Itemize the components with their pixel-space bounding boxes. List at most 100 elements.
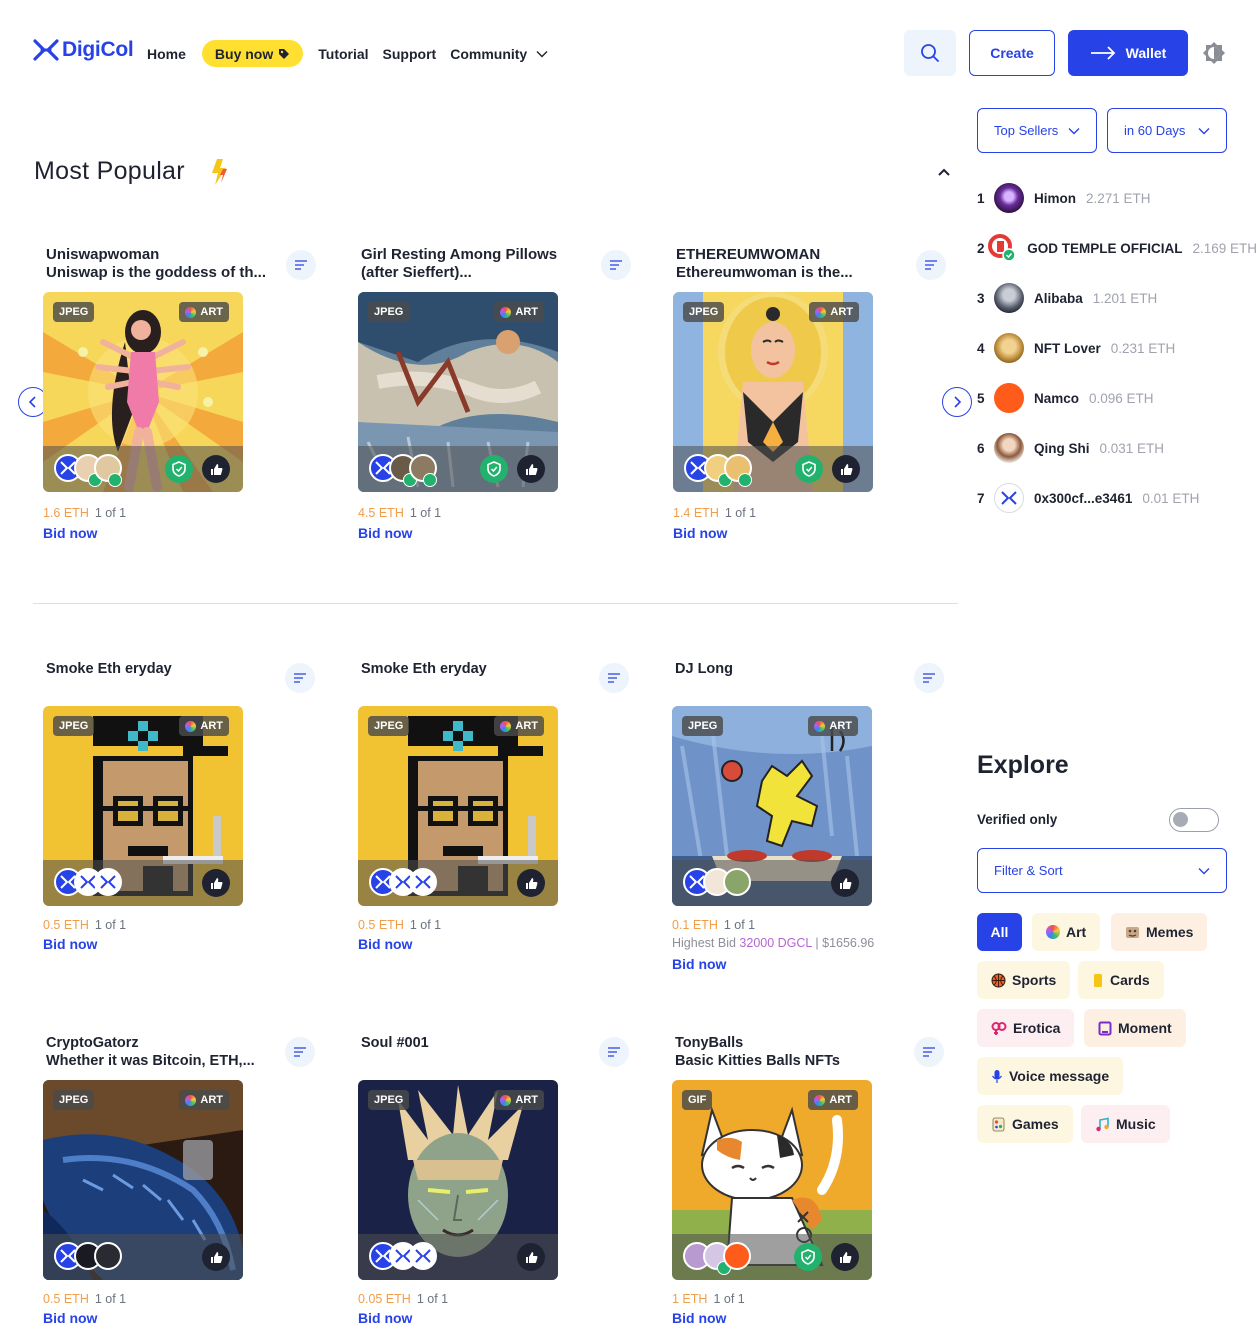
card-menu-button[interactable] [286, 250, 316, 280]
nft-image[interactable]: JPEG ART [673, 292, 873, 492]
bid-now-link[interactable]: Bid now [672, 956, 726, 972]
like-button[interactable] [517, 1243, 545, 1271]
temple-logo-icon [988, 234, 1016, 262]
collapse-chevron-icon[interactable] [936, 164, 952, 180]
seller-row[interactable]: 5 Namco 0.096 ETH [977, 383, 1154, 413]
seller-row[interactable]: 7 0x300cf...e3461 0.01 ETH [977, 483, 1199, 513]
category-label: ART [515, 720, 538, 732]
like-button[interactable] [517, 455, 545, 483]
category-chip-voice-message[interactable]: Voice message [977, 1057, 1124, 1095]
period-dropdown[interactable]: in 60 Days [1107, 108, 1227, 153]
bid-now-link[interactable]: Bid now [358, 1310, 412, 1326]
nft-image[interactable]: JPEG ART [43, 706, 243, 906]
create-button[interactable]: Create [969, 30, 1055, 76]
nft-image[interactable]: JPEG ART [43, 292, 243, 492]
nft-card-soul-001[interactable]: Soul #001 JPEG ART 0.05 ETH 1 of 1 Bid no… [358, 1034, 643, 1332]
bid-now-link[interactable]: Bid now [672, 1310, 726, 1326]
collector-avatar[interactable] [723, 868, 751, 896]
digicol-avatar-icon [1001, 491, 1017, 505]
shield-icon [795, 455, 823, 483]
bid-now-link[interactable]: Bid now [358, 525, 412, 541]
like-button[interactable] [202, 1243, 230, 1271]
category-chip-moment[interactable]: Moment [1084, 1009, 1186, 1047]
nav-home[interactable]: Home [147, 40, 186, 67]
top-sellers-dropdown[interactable]: Top Sellers [977, 108, 1097, 153]
nft-card-dj-long[interactable]: DJ Long JPEG ART 0.1 ETH 1 of 1 Highest B… [672, 660, 957, 972]
collector-avatar[interactable] [94, 868, 122, 896]
category-chip-games[interactable]: Games [977, 1105, 1073, 1143]
category-chip-music[interactable]: Music [1081, 1105, 1170, 1143]
nav-community[interactable]: Community [450, 40, 548, 67]
wallet-button[interactable]: Wallet [1068, 30, 1188, 76]
nft-image[interactable]: GIF ART [672, 1080, 872, 1280]
seller-row[interactable]: 4 NFT Lover 0.231 ETH [977, 333, 1175, 363]
nft-card-ethereumwoman[interactable]: ETHEREUMWOMAN Ethereumwoman is the... JP… [673, 246, 958, 546]
seller-row[interactable]: 3 Alibaba 1.201 ETH [977, 283, 1157, 313]
like-button[interactable] [831, 1243, 859, 1271]
nft-image[interactable]: JPEG ART [672, 706, 872, 906]
collector-avatar[interactable] [723, 1242, 751, 1270]
card-menu-button[interactable] [285, 663, 315, 693]
category-chip-erotica[interactable]: Erotica [977, 1009, 1075, 1047]
like-button[interactable] [202, 869, 230, 897]
collector-avatar[interactable] [409, 1242, 437, 1270]
nft-image[interactable]: JPEG ART [358, 292, 558, 492]
like-button[interactable] [517, 869, 545, 897]
collector-avatar[interactable] [409, 868, 437, 896]
nft-image[interactable]: JPEG ART [43, 1080, 243, 1280]
chip-label: Moment [1118, 1020, 1172, 1036]
seller-rank: 7 [977, 490, 985, 506]
seller-rank: 1 [977, 190, 985, 206]
filter-sort-dropdown[interactable]: Filter & Sort [977, 848, 1227, 893]
card-menu-button[interactable] [599, 663, 629, 693]
nft-image[interactable]: JPEG ART [358, 1080, 558, 1280]
seller-row[interactable]: 2 GOD TEMPLE OFFICIAL 2.169 ETH [977, 233, 1257, 263]
card-menu-button[interactable] [914, 663, 944, 693]
nft-image[interactable]: JPEG ART [358, 706, 558, 906]
nft-card-smoke-eth-2[interactable]: Smoke Eth eryday JPEG ART 0.5 ETH 1 of 1 [358, 660, 643, 960]
nav-support[interactable]: Support [383, 40, 437, 67]
card-title-block: Smoke Eth eryday [361, 660, 601, 678]
category-chip-sports[interactable]: Sports [977, 961, 1071, 999]
theme-toggle-icon[interactable] [1202, 41, 1226, 65]
category-chip-art[interactable]: Art [1032, 913, 1101, 951]
seller-row[interactable]: 6 Qing Shi 0.031 ETH [977, 433, 1164, 463]
card-menu-button[interactable] [916, 250, 946, 280]
like-button[interactable] [831, 869, 859, 897]
seller-row[interactable]: 1 Himon 2.271 ETH [977, 183, 1151, 213]
nft-card-tonyballs[interactable]: TonyBalls Basic Kitties Balls NFTs GIF A… [672, 1034, 957, 1332]
seller-avatar [994, 333, 1024, 363]
digicol-logo[interactable]: DigiCol [33, 38, 134, 62]
card-owner-bar [672, 1234, 872, 1280]
nft-card-uniswapwoman[interactable]: Uniswapwoman Uniswap is the goddess of t… [43, 246, 328, 546]
bid-now-link[interactable]: Bid now [673, 525, 727, 541]
memes-icon [1126, 926, 1139, 938]
category-chip-cards[interactable]: Cards [1078, 961, 1164, 999]
card-menu-button[interactable] [599, 1037, 629, 1067]
art-icon [185, 720, 197, 732]
search-button[interactable] [904, 30, 956, 76]
bid-now-link[interactable]: Bid now [43, 525, 97, 541]
nav-tutorial[interactable]: Tutorial [318, 40, 368, 67]
art-icon [814, 720, 826, 732]
seller-name: GOD TEMPLE OFFICIAL [1027, 240, 1183, 256]
like-button[interactable] [202, 455, 230, 483]
nft-card-smoke-eth-1[interactable]: Smoke Eth eryday JPEG ART 0.5 ETH 1 of 1 [43, 660, 328, 960]
nft-card-cryptogatorz[interactable]: CryptoGatorz Whether it was Bitcoin, ETH… [43, 1034, 328, 1332]
card-menu-button[interactable] [285, 1037, 315, 1067]
bid-now-link[interactable]: Bid now [358, 936, 412, 952]
verified-only-toggle[interactable] [1169, 808, 1219, 832]
card-menu-button[interactable] [914, 1037, 944, 1067]
category-chip-all[interactable]: All [977, 913, 1022, 951]
bid-now-link[interactable]: Bid now [43, 936, 97, 952]
card-menu-button[interactable] [601, 250, 631, 280]
art-icon [500, 1094, 512, 1106]
nft-card-girl-resting[interactable]: Girl Resting Among Pillows (after Sieffe… [358, 246, 643, 546]
menu-lines-icon [294, 673, 306, 683]
bid-now-link[interactable]: Bid now [43, 1310, 97, 1326]
category-chip-memes[interactable]: Memes [1111, 913, 1208, 951]
nav-buy-now[interactable]: Buy now [201, 40, 304, 67]
collector-avatar[interactable] [94, 1242, 122, 1270]
seller-avatar [994, 183, 1024, 213]
like-button[interactable] [832, 455, 860, 483]
